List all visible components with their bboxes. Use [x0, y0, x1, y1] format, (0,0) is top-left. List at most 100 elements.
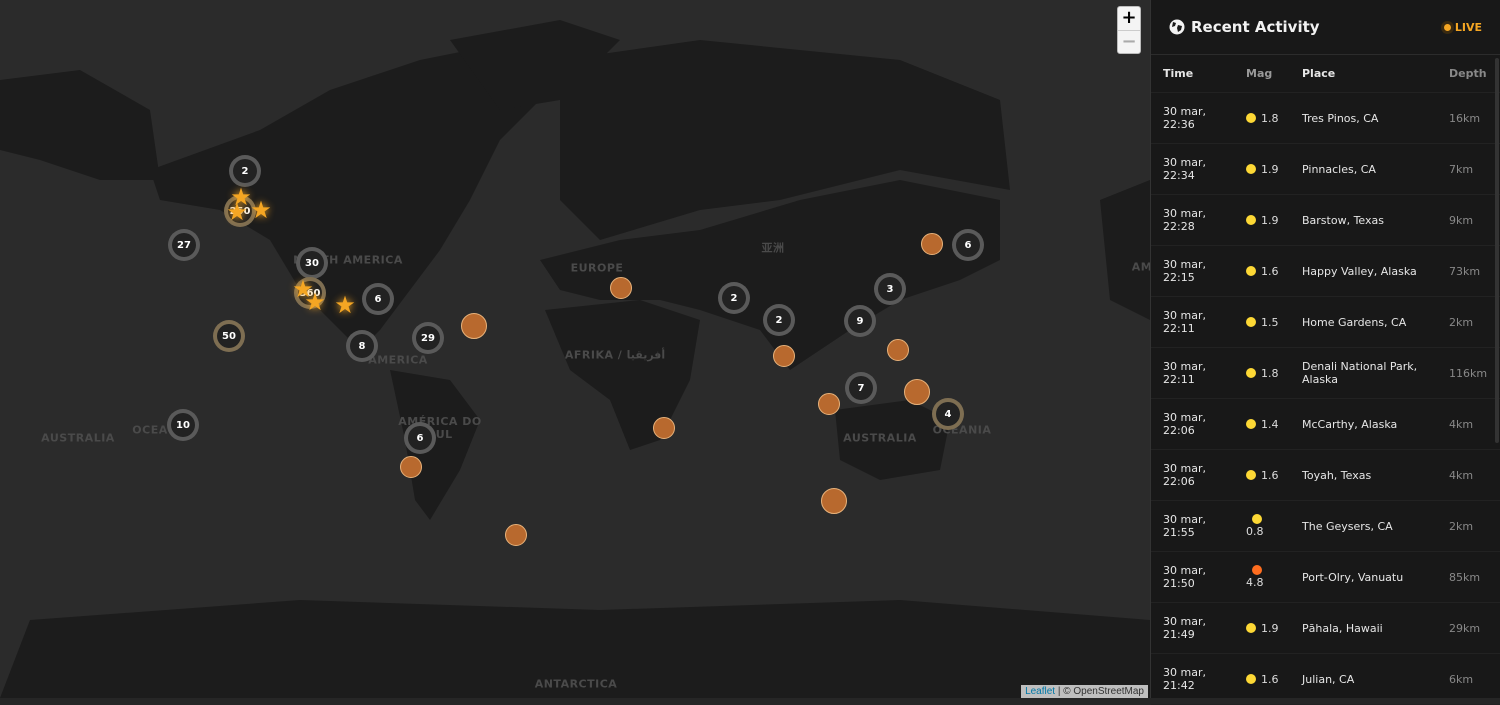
cluster-marker[interactable]: 6 [404, 422, 436, 454]
recent-quake-star-icon[interactable]: ★ [225, 200, 249, 224]
map-attribution: Leaflet | © OpenStreetMap [1021, 685, 1148, 698]
table-row[interactable]: 30 mar, 22:28 1.9 Barstow, Texas 9km [1151, 195, 1500, 246]
row-date: 30 mar, [1163, 666, 1206, 679]
row-date: 30 mar, [1163, 207, 1206, 220]
row-time: 30 mar, 21:49 [1151, 615, 1246, 641]
earthquake-map[interactable]: NORTH AMERICA EUROPE 亚洲 AFRIKA / أفريقيا… [0, 0, 1150, 698]
recent-quake-star-icon[interactable]: ★ [333, 293, 357, 317]
live-badge: LIVE [1443, 21, 1482, 34]
table-row[interactable]: 30 mar, 22:36 1.8 Tres Pinos, CA 16km [1151, 93, 1500, 144]
row-place: Pāhala, Hawaii [1302, 621, 1383, 635]
earthquake-marker[interactable] [818, 393, 840, 415]
map-label: EUROPE [570, 261, 624, 275]
earthquake-marker[interactable] [610, 277, 632, 299]
row-mag: 1.9 [1246, 214, 1302, 227]
row-clock: 21:49 [1163, 628, 1195, 641]
table-row[interactable]: 30 mar, 22:06 1.4 McCarthy, Alaska 4km [1151, 399, 1500, 450]
column-time: Time [1163, 67, 1194, 80]
row-date: 30 mar, [1163, 156, 1206, 169]
table-row[interactable]: 30 mar, 22:06 1.6 Toyah, Texas 4km [1151, 450, 1500, 501]
row-date: 30 mar, [1163, 615, 1206, 628]
cluster-marker[interactable]: 50 [213, 320, 245, 352]
row-clock: 22:06 [1163, 475, 1195, 488]
row-place: Tres Pinos, CA [1302, 111, 1379, 125]
map-label: 亚洲 [761, 241, 785, 255]
magnitude-dot-icon [1246, 215, 1256, 225]
map-label: AFRIKA / أفريقيا [564, 348, 666, 362]
row-date: 30 mar, [1163, 309, 1206, 322]
table-row[interactable]: 30 mar, 21:42 1.6 Julian, CA 6km [1151, 654, 1500, 705]
row-time: 30 mar, 22:34 [1151, 156, 1246, 182]
row-place: Barstow, Texas [1302, 213, 1384, 227]
cluster-marker[interactable]: 4 [932, 398, 964, 430]
globe-icon [1169, 19, 1185, 35]
leaflet-link[interactable]: Leaflet [1025, 686, 1055, 697]
table-row[interactable]: 30 mar, 22:11 1.5 Home Gardens, CA 2km [1151, 297, 1500, 348]
row-date: 30 mar, [1163, 258, 1206, 271]
earthquake-marker[interactable] [821, 488, 847, 514]
map-label: AUSTRALIA [41, 431, 115, 445]
map-label: AMERICA [368, 353, 428, 367]
row-place: Happy Valley, Alaska [1302, 264, 1417, 278]
cluster-marker[interactable]: 8 [346, 330, 378, 362]
cluster-marker[interactable]: 29 [412, 322, 444, 354]
magnitude-dot-icon [1246, 623, 1256, 633]
zoom-out-button[interactable]: − [1118, 30, 1140, 53]
table-row[interactable]: 30 mar, 22:15 1.6 Happy Valley, Alaska 73… [1151, 246, 1500, 297]
earthquake-marker[interactable] [904, 379, 930, 405]
zoom-in-button[interactable]: + [1118, 7, 1140, 30]
table-row[interactable]: 30 mar, 22:34 1.9 Pinnacles, CA 7km [1151, 144, 1500, 195]
scrollbar[interactable] [1495, 58, 1499, 443]
row-clock: 22:11 [1163, 322, 1195, 335]
row-mag: 1.6 [1246, 469, 1302, 482]
panel-header: Recent Activity LIVE [1151, 0, 1500, 55]
table-row[interactable]: 30 mar, 21:55 0.8 The Geysers, CA 2km [1151, 501, 1500, 552]
cluster-marker[interactable]: 3 [874, 273, 906, 305]
row-clock: 21:50 [1163, 577, 1195, 590]
recent-quake-star-icon[interactable]: ★ [303, 290, 327, 314]
row-time: 30 mar, 21:50 [1151, 564, 1246, 590]
row-clock: 22:36 [1163, 118, 1195, 131]
magnitude-dot-icon [1252, 565, 1262, 575]
earthquake-marker[interactable] [773, 345, 795, 367]
cluster-marker[interactable]: 2 [763, 304, 795, 336]
row-clock: 22:15 [1163, 271, 1195, 284]
cluster-marker[interactable]: 9 [844, 305, 876, 337]
mag-value: 0.8 [1246, 525, 1264, 538]
row-depth: 73km [1449, 264, 1481, 278]
magnitude-dot-icon [1246, 674, 1256, 684]
cluster-marker[interactable]: 27 [168, 229, 200, 261]
live-dot-icon [1443, 23, 1451, 31]
row-mag: 1.9 [1246, 163, 1302, 176]
earthquake-marker[interactable] [887, 339, 909, 361]
panel-title: Recent Activity [1191, 18, 1320, 36]
row-time: 30 mar, 22:06 [1151, 411, 1246, 437]
row-date: 30 mar, [1163, 564, 1206, 577]
earthquake-marker[interactable] [505, 524, 527, 546]
column-depth: Depth [1449, 67, 1487, 80]
mag-value: 1.4 [1261, 417, 1279, 431]
earthquake-marker[interactable] [461, 313, 487, 339]
table-row[interactable]: 30 mar, 22:11 1.8 Denali National Park, A… [1151, 348, 1500, 399]
cluster-marker[interactable]: 2 [718, 282, 750, 314]
row-depth: 2km [1449, 519, 1474, 533]
row-depth: 4km [1449, 468, 1474, 482]
magnitude-dot-icon [1246, 368, 1256, 378]
recent-quake-star-icon[interactable]: ★ [249, 198, 273, 222]
row-time: 30 mar, 22:36 [1151, 105, 1246, 131]
table-row[interactable]: 30 mar, 21:50 4.8 Port-Olry, Vanuatu 85km [1151, 552, 1500, 603]
map-label: AUSTRALIA [843, 431, 917, 445]
row-depth: 85km [1449, 570, 1481, 584]
table-row[interactable]: 30 mar, 21:49 1.9 Pāhala, Hawaii 29km [1151, 603, 1500, 654]
cluster-marker[interactable]: 6 [362, 283, 394, 315]
earthquake-marker[interactable] [653, 417, 675, 439]
cluster-marker[interactable]: 6 [952, 229, 984, 261]
row-depth: 6km [1449, 672, 1474, 686]
row-clock: 22:34 [1163, 169, 1195, 182]
activity-list: 30 mar, 22:36 1.8 Tres Pinos, CA 16km 30 m… [1151, 93, 1500, 705]
row-place: Home Gardens, CA [1302, 315, 1407, 329]
cluster-marker[interactable]: 10 [167, 409, 199, 441]
earthquake-marker[interactable] [921, 233, 943, 255]
cluster-marker[interactable]: 7 [845, 372, 877, 404]
earthquake-marker[interactable] [400, 456, 422, 478]
